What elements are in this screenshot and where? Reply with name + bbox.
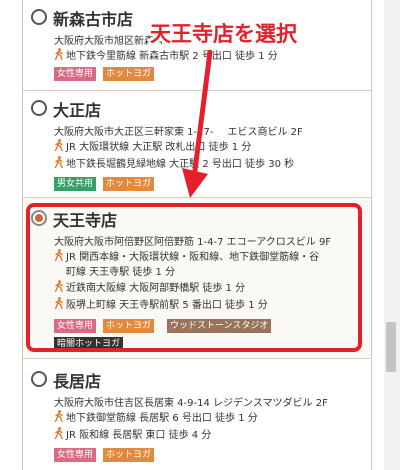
store-name: 大正店 xyxy=(53,101,102,120)
tag-women-only: 女性専用 xyxy=(54,448,97,462)
tag-hot-yoga: ホットヨガ xyxy=(103,177,155,191)
radio-nagai[interactable] xyxy=(31,371,47,387)
store-address: 大阪府大阪市住吉区長居東 4-9-14 レジデンスマツダビル 2F xyxy=(54,398,328,409)
address-tail: エビス商ビル 2F xyxy=(227,127,303,138)
store-name: 長居店 xyxy=(53,372,102,391)
walking-icon xyxy=(54,410,63,422)
radio-shinmori[interactable] xyxy=(31,9,47,25)
radio-taisho[interactable] xyxy=(31,100,47,116)
walking-icon xyxy=(54,427,63,439)
tag-mixed: 男女共用 xyxy=(54,177,97,191)
access-text: JR 阪和線 長居駅 東口 徒歩 4 分 xyxy=(66,430,212,441)
tag-hot-yoga: ホットヨガ xyxy=(103,448,155,462)
access-text: 地下鉄御堂筋線 長居駅 6 号出口 徒歩 1 分 xyxy=(66,413,258,424)
tag-women-only: 女性専用 xyxy=(54,67,97,81)
walking-icon xyxy=(54,48,63,60)
store-item-nagai[interactable]: 長居店 大阪府大阪市住吉区長居東 4-9-14 レジデンスマツダビル 2F 地下… xyxy=(23,359,371,470)
scrollbar-thumb[interactable] xyxy=(386,322,396,372)
annotation-callout: 天王寺店を選択 xyxy=(150,22,297,46)
access-text: 地下鉄今里筋線 新森古市駅 2 号出口 徒歩 1 分 xyxy=(66,51,278,62)
walking-icon xyxy=(54,139,63,151)
tag-hot-yoga: ホットヨガ xyxy=(103,67,155,81)
walking-icon xyxy=(54,156,63,168)
store-address: 大阪府大阪市大正区三軒家東 1-17- エビス商ビル 2F xyxy=(54,123,303,138)
access-text: JR 大阪環状線 大正駅 改札出口 徒歩 1 分 xyxy=(66,142,252,153)
selection-highlight-box xyxy=(26,203,362,352)
scrollbar-track[interactable] xyxy=(384,0,400,470)
store-name: 新森古市店 xyxy=(53,10,134,29)
arrow-down-icon xyxy=(182,50,213,198)
